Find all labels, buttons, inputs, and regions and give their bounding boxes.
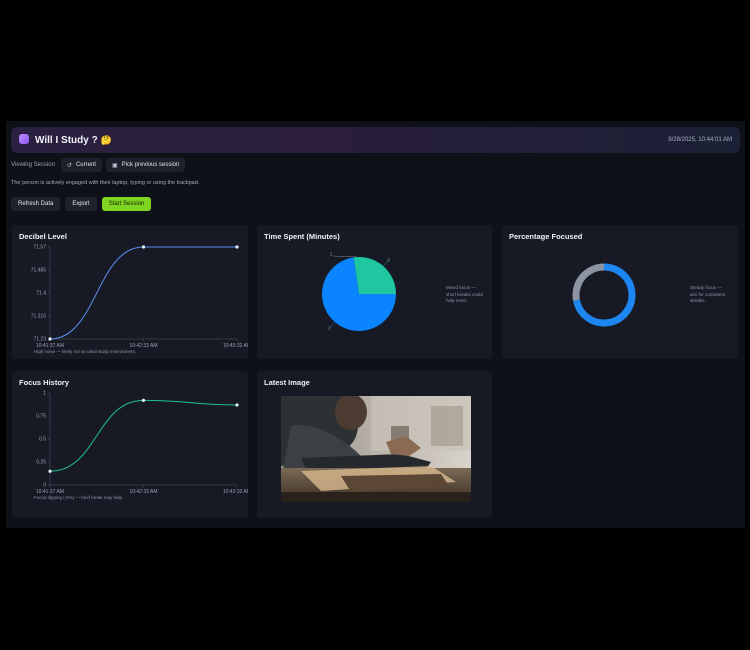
focus-history-ytick-label: 0 xyxy=(43,483,46,489)
history-icon: ↺ xyxy=(66,162,72,169)
thinking-emoji-icon: 🤔 xyxy=(100,135,112,145)
latest-image-card: Latest Image xyxy=(257,371,492,518)
focus-history-ytick-label: 0.25 xyxy=(36,460,46,466)
decibel-xtick-label: 10:43:32 AM xyxy=(223,343,248,349)
focus-history-data-point xyxy=(48,469,52,473)
decibel-note: High noise — likely not an ideal study e… xyxy=(34,349,137,354)
export-button[interactable]: Export xyxy=(65,197,97,211)
focus-history-xtick-label: 10:43:32 AM xyxy=(223,489,248,495)
focus-history-note: Focus dipping (-5%) — brief break may he… xyxy=(34,495,124,500)
decibel-line-chart: 71.5771.48571.471.31571.2310:41:37 AM 10:… xyxy=(31,245,248,350)
decibel-data-point xyxy=(48,337,52,341)
focus-history-series-line xyxy=(49,399,238,472)
focus-history-data-point xyxy=(141,398,146,402)
refresh-data-button[interactable]: Refresh Data xyxy=(11,197,61,211)
focus-history-data-point xyxy=(235,403,239,407)
decibel-ytick-label: 71.23 xyxy=(33,337,46,343)
focus-history-ytick-label: 1 xyxy=(43,391,46,397)
latest-image-title: Latest Image xyxy=(264,378,310,387)
time-spent-note: Mixed focus — short breaks could help re… xyxy=(446,285,483,303)
decibel-ytick-label: 71.485 xyxy=(31,268,47,274)
time-spent-slice-label: 1 xyxy=(330,252,333,257)
session-selector: Viewing Session ↺ Current ▣ Pick previou… xyxy=(11,158,186,172)
app-header: Will I Study ? 🤔 9/28/2025, 10:44:01 AM xyxy=(11,127,740,153)
focus-history-card: Focus History 1 0.75 0.5 0.25 0 10:41:37 AM 10… xyxy=(12,371,248,518)
time-spent-slice xyxy=(353,257,396,294)
decibel-series-line xyxy=(49,246,237,340)
header-timestamp: 9/28/2025, 10:44:01 AM xyxy=(668,137,732,143)
focus-history-line-chart: 10.750.50.25010:41:37 AM 10:42:33 AM 10:43… xyxy=(36,391,248,496)
decibel-data-point xyxy=(141,245,146,249)
calendar-icon: ▣ xyxy=(111,162,118,169)
decibel-card: Decibel Level 71.57 71.485 71.4 71.315 71.23… xyxy=(12,225,248,359)
decibel-ytick-label: 71.315 xyxy=(31,314,47,320)
focus-history-ytick-label: 0.5 xyxy=(39,437,46,443)
pick-session-button[interactable]: ▣ Pick previous session xyxy=(105,158,186,172)
latest-webcam-image xyxy=(281,396,471,502)
current-session-button[interactable]: ↺ Current xyxy=(60,158,102,172)
action-bar: Refresh Data Export Start Session xyxy=(11,197,152,211)
focus-history-xtick-label: 10:42:33 AM xyxy=(129,489,157,495)
app-title: Will I Study ? 🤔 xyxy=(35,133,112,148)
start-session-button[interactable]: Start Session xyxy=(101,197,152,211)
session-label: Viewing Session xyxy=(11,162,55,168)
time-spent-slice-label: 3 xyxy=(387,257,390,262)
app-title-text: Will I Study ? xyxy=(35,135,98,146)
percent-focused-note: Steady focus — aim for consistent streak… xyxy=(690,285,726,303)
decibel-ytick-label: 71.4 xyxy=(36,291,46,297)
current-session-label: Current xyxy=(75,162,96,168)
pick-session-label: Pick previous session xyxy=(121,162,180,168)
status-text: The person is actively engaged with thei… xyxy=(11,180,200,186)
decibel-ytick-label: 71.57 xyxy=(33,245,46,251)
time-spent-card: Time Spent (Minutes) 123 Mixed focus — s… xyxy=(257,225,492,359)
time-spent-label-line xyxy=(332,255,358,258)
app-window: Will I Study ? 🤔 9/28/2025, 10:44:01 AM … xyxy=(6,121,745,528)
app-logo-icon xyxy=(19,134,29,144)
focus-history-ytick-label: 0.75 xyxy=(36,414,46,420)
decibel-data-point xyxy=(235,245,239,249)
percent-focused-card: Percentage Focused Steady focus — aim fo… xyxy=(502,225,738,359)
focus-donut-segment xyxy=(572,263,605,301)
